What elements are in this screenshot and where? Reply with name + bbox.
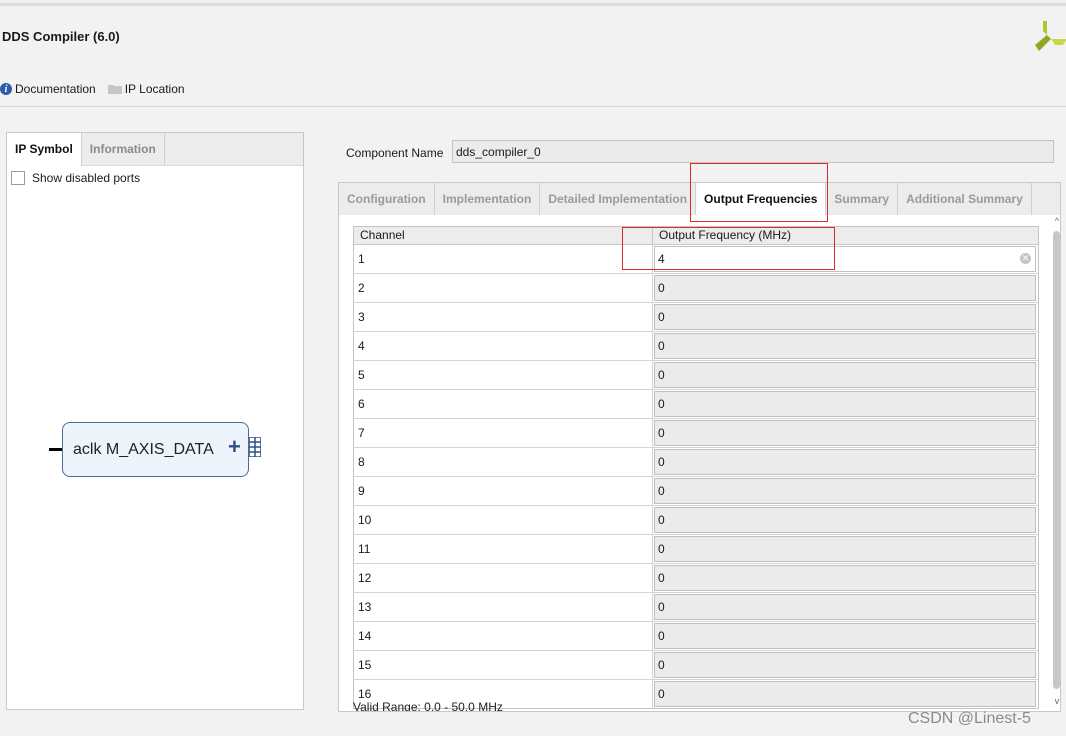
info-icon: i [0,83,12,95]
channel-cell: 5 [354,361,653,389]
header-divider [0,106,1066,107]
show-disabled-ports-label: Show disabled ports [32,171,141,185]
channel-cell: 12 [354,564,653,592]
channel-cell: 8 [354,448,653,476]
frequency-input[interactable]: 0 [654,304,1036,330]
configuration-panel: Configuration Implementation Detailed Im… [338,182,1061,712]
frequency-input[interactable]: 0 [654,681,1036,707]
table-row: 13 0 [354,593,1038,622]
ip-location-link[interactable]: IP Location [107,82,185,96]
frequency-input[interactable]: 0 [654,507,1036,533]
checkbox-box[interactable] [11,171,25,185]
channel-cell: 11 [354,535,653,563]
frequency-input[interactable]: 0 [654,565,1036,591]
frequency-input[interactable]: 0 [654,420,1036,446]
ip-symbol-text: aclk M_AXIS_DATA [73,440,214,458]
frequency-value: 4 [658,252,665,266]
valid-range-text: Valid Range: 0.0 - 50.0 MHz [353,700,503,712]
documentation-label: Documentation [15,82,96,96]
scrollbar-thumb[interactable] [1053,231,1060,689]
table-row: 5 0 [354,361,1038,390]
window-title: DDS Compiler (6.0) [2,29,120,44]
frequency-input[interactable]: 0 [654,333,1036,359]
scroll-down-icon[interactable]: v [1052,696,1062,706]
channel-cell: 13 [354,593,653,621]
table-body: 1 4 ✕ 2 0 3 0 4 0 5 0 6 0 7 0 8 0 9 0 10… [354,245,1038,708]
watermark: CSDN @Linest-5 [908,710,1031,727]
folder-icon [107,85,122,94]
table-row: 12 0 [354,564,1038,593]
column-header-frequency: Output Frequency (MHz) [659,228,792,242]
tab-output-frequencies[interactable]: Output Frequencies [696,183,827,215]
table-row: 3 0 [354,303,1038,332]
tab-additional-summary[interactable]: Additional Summary [898,183,1032,215]
top-border [0,3,1066,6]
frequency-input[interactable]: 0 [654,391,1036,417]
config-tab-bar: Configuration Implementation Detailed Im… [339,183,1060,215]
table-row: 6 0 [354,390,1038,419]
table-row: 14 0 [354,622,1038,651]
frequency-input[interactable]: 0 [654,275,1036,301]
channel-cell: 2 [354,274,653,302]
channel-cell: 1 [354,245,653,273]
frequency-input[interactable]: 0 [654,449,1036,475]
tab-detailed-implementation[interactable]: Detailed Implementation [540,183,697,215]
table-row: 4 0 [354,332,1038,361]
component-name-label: Component Name [346,146,444,160]
table-row: 1 4 ✕ [354,245,1038,274]
tab-summary[interactable]: Summary [826,183,899,215]
frequency-input[interactable]: 0 [654,536,1036,562]
channel-cell: 6 [354,390,653,418]
channel-cell: 10 [354,506,653,534]
table-row: 7 0 [354,419,1038,448]
tab-configuration[interactable]: Configuration [339,183,435,215]
clear-icon[interactable]: ✕ [1020,253,1031,264]
xilinx-logo-icon [1035,21,1066,51]
frequency-input[interactable]: 4 ✕ [654,246,1036,272]
channel-cell: 3 [354,303,653,331]
tab-implementation[interactable]: Implementation [435,183,541,215]
scroll-up-icon[interactable]: ^ [1052,216,1062,226]
table-row: 2 0 [354,274,1038,303]
expand-bus-icon[interactable]: + [228,434,241,460]
tab-ip-symbol[interactable]: IP Symbol [7,133,82,166]
aclk-pin [49,448,63,451]
channel-cell: 9 [354,477,653,505]
frequency-input[interactable]: 0 [654,594,1036,620]
channel-cell: 15 [354,651,653,679]
table-row: 10 0 [354,506,1038,535]
column-header-channel: Channel [354,227,653,244]
frequency-input[interactable]: 0 [654,478,1036,504]
show-disabled-ports-checkbox[interactable]: Show disabled ports [11,171,140,185]
table-row: 15 0 [354,651,1038,680]
table-row: 11 0 [354,535,1038,564]
channel-cell: 14 [354,622,653,650]
left-tab-bar: IP Symbol Information [7,133,303,166]
component-name-input[interactable]: dds_compiler_0 [452,140,1054,163]
toolbar: i Documentation IP Location [0,81,197,97]
channel-cell: 4 [354,332,653,360]
ip-symbol-block: aclk M_AXIS_DATA [62,422,249,477]
table-row: 9 0 [354,477,1038,506]
frequency-input[interactable]: 0 [654,652,1036,678]
table-row: 8 0 [354,448,1038,477]
table-header: Channel Output Frequency (MHz) [354,227,1038,245]
tab-information[interactable]: Information [82,133,165,165]
frequency-input[interactable]: 0 [654,362,1036,388]
ip-location-label: IP Location [124,82,185,96]
vertical-scrollbar[interactable]: ^ v [1052,216,1062,710]
output-frequency-table: Channel Output Frequency (MHz) 1 4 ✕ 2 0 … [353,226,1039,709]
ip-symbol-panel: IP Symbol Information Show disabled port… [6,132,304,710]
bus-interface-icon [249,437,261,457]
frequency-input[interactable]: 0 [654,623,1036,649]
documentation-link[interactable]: i Documentation [0,82,96,96]
channel-cell: 7 [354,419,653,447]
